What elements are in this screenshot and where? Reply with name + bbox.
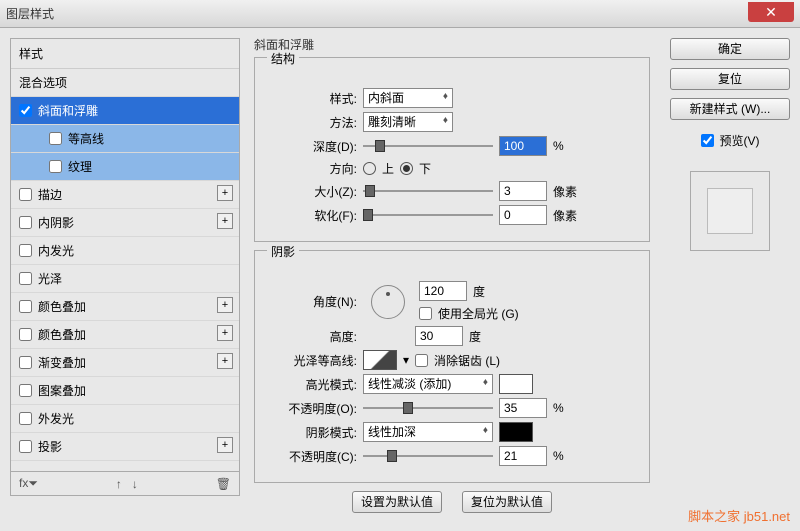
sidebar-item-bevel[interactable]: 斜面和浮雕	[11, 97, 239, 125]
right-panel: 确定 复位 新建样式 (W)... 预览(V)	[660, 28, 800, 506]
antialias-checkbox[interactable]	[415, 354, 428, 367]
satin-checkbox[interactable]	[19, 272, 32, 285]
sidebar-item-gradient-overlay[interactable]: 渐变叠加 +	[11, 349, 239, 377]
sidebar-item-outer-glow[interactable]: 外发光	[11, 405, 239, 433]
shadow-mode-select[interactable]: 线性加深	[363, 422, 493, 442]
content-panel: 斜面和浮雕 结构 样式: 内斜面 方法: 雕刻清晰 深度(D): % 方向: 上	[244, 28, 660, 506]
direction-down-radio[interactable]	[400, 162, 413, 175]
size-input[interactable]	[499, 181, 547, 201]
sidebar-item-stroke[interactable]: 描边 +	[11, 181, 239, 209]
set-default-button[interactable]: 设置为默认值	[352, 491, 442, 513]
bevel-checkbox[interactable]	[19, 104, 32, 117]
window-title: 图层样式	[6, 5, 748, 22]
texture-checkbox[interactable]	[49, 160, 62, 173]
outer-glow-checkbox[interactable]	[19, 412, 32, 425]
inner-glow-checkbox[interactable]	[19, 244, 32, 257]
highlight-opacity-input[interactable]	[499, 398, 547, 418]
sidebar-item-color-overlay-2[interactable]: 颜色叠加 +	[11, 321, 239, 349]
sidebar-item-contour[interactable]: 等高线	[11, 125, 239, 153]
arrow-up-icon[interactable]: ↑	[116, 477, 122, 491]
color-overlay-checkbox[interactable]	[19, 300, 32, 313]
altitude-input[interactable]	[415, 326, 463, 346]
shadow-opacity-slider[interactable]	[363, 448, 493, 464]
preview-checkbox[interactable]	[701, 134, 714, 147]
color-overlay-checkbox-2[interactable]	[19, 328, 32, 341]
shadow-group: 阴影 角度(N): 度 使用全局光 (G) 高度:	[254, 250, 650, 483]
fx-icon[interactable]: fx⏷	[19, 476, 38, 491]
shadow-opacity-input[interactable]	[499, 446, 547, 466]
main-area: 样式 混合选项 斜面和浮雕 等高线 纹理 描边 + 内阴影 + 内发光	[0, 28, 800, 506]
size-slider[interactable]	[363, 183, 493, 199]
highlight-mode-select[interactable]: 线性减淡 (添加)	[363, 374, 493, 394]
sidebar-item-color-overlay-1[interactable]: 颜色叠加 +	[11, 293, 239, 321]
ok-button[interactable]: 确定	[670, 38, 790, 60]
sidebar-header: 样式	[11, 39, 239, 69]
sidebar-item-texture[interactable]: 纹理	[11, 153, 239, 181]
arrow-down-icon[interactable]: ↓	[132, 477, 138, 491]
sidebar-item-drop-shadow[interactable]: 投影 +	[11, 433, 239, 461]
sidebar-blend-options[interactable]: 混合选项	[11, 69, 239, 97]
trash-icon[interactable]: 🗑	[216, 477, 231, 491]
contour-checkbox[interactable]	[49, 132, 62, 145]
drop-shadow-checkbox[interactable]	[19, 440, 32, 453]
pattern-overlay-checkbox[interactable]	[19, 384, 32, 397]
close-button[interactable]: ✕	[748, 2, 794, 22]
soften-input[interactable]	[499, 205, 547, 225]
sidebar-item-satin[interactable]: 光泽	[11, 265, 239, 293]
highlight-opacity-slider[interactable]	[363, 400, 493, 416]
add-icon[interactable]: +	[217, 185, 233, 201]
reset-default-button[interactable]: 复位为默认值	[462, 491, 552, 513]
depth-slider[interactable]	[363, 138, 493, 154]
add-icon[interactable]: +	[217, 297, 233, 313]
chevron-down-icon[interactable]: ▾	[403, 353, 409, 367]
add-icon[interactable]: +	[217, 353, 233, 369]
panel-title: 斜面和浮雕	[254, 36, 650, 53]
depth-input[interactable]	[499, 136, 547, 156]
highlight-color-swatch[interactable]	[499, 374, 533, 394]
method-select[interactable]: 雕刻清晰	[363, 112, 453, 132]
shadow-color-swatch[interactable]	[499, 422, 533, 442]
style-select[interactable]: 内斜面	[363, 88, 453, 108]
direction-up-radio[interactable]	[363, 162, 376, 175]
add-icon[interactable]: +	[217, 437, 233, 453]
add-icon[interactable]: +	[217, 213, 233, 229]
structure-group: 结构 样式: 内斜面 方法: 雕刻清晰 深度(D): % 方向: 上 下	[254, 57, 650, 242]
stroke-checkbox[interactable]	[19, 188, 32, 201]
reset-button[interactable]: 复位	[670, 68, 790, 90]
titlebar: 图层样式 ✕	[0, 0, 800, 28]
sidebar-item-pattern-overlay[interactable]: 图案叠加	[11, 377, 239, 405]
angle-dial[interactable]	[371, 285, 405, 319]
inner-shadow-checkbox[interactable]	[19, 216, 32, 229]
new-style-button[interactable]: 新建样式 (W)...	[670, 98, 790, 120]
angle-input[interactable]	[419, 281, 467, 301]
sidebar-item-inner-shadow[interactable]: 内阴影 +	[11, 209, 239, 237]
sidebar-item-inner-glow[interactable]: 内发光	[11, 237, 239, 265]
soften-slider[interactable]	[363, 207, 493, 223]
gradient-overlay-checkbox[interactable]	[19, 356, 32, 369]
preview-thumbnail	[690, 171, 770, 251]
styles-sidebar: 样式 混合选项 斜面和浮雕 等高线 纹理 描边 + 内阴影 + 内发光	[10, 38, 240, 496]
add-icon[interactable]: +	[217, 325, 233, 341]
watermark: 脚本之家 jb51.net	[688, 506, 790, 525]
gloss-contour-swatch[interactable]	[363, 350, 397, 370]
global-light-checkbox[interactable]	[419, 307, 432, 320]
sidebar-footer: fx⏷ ↑ ↓ 🗑	[11, 471, 239, 495]
